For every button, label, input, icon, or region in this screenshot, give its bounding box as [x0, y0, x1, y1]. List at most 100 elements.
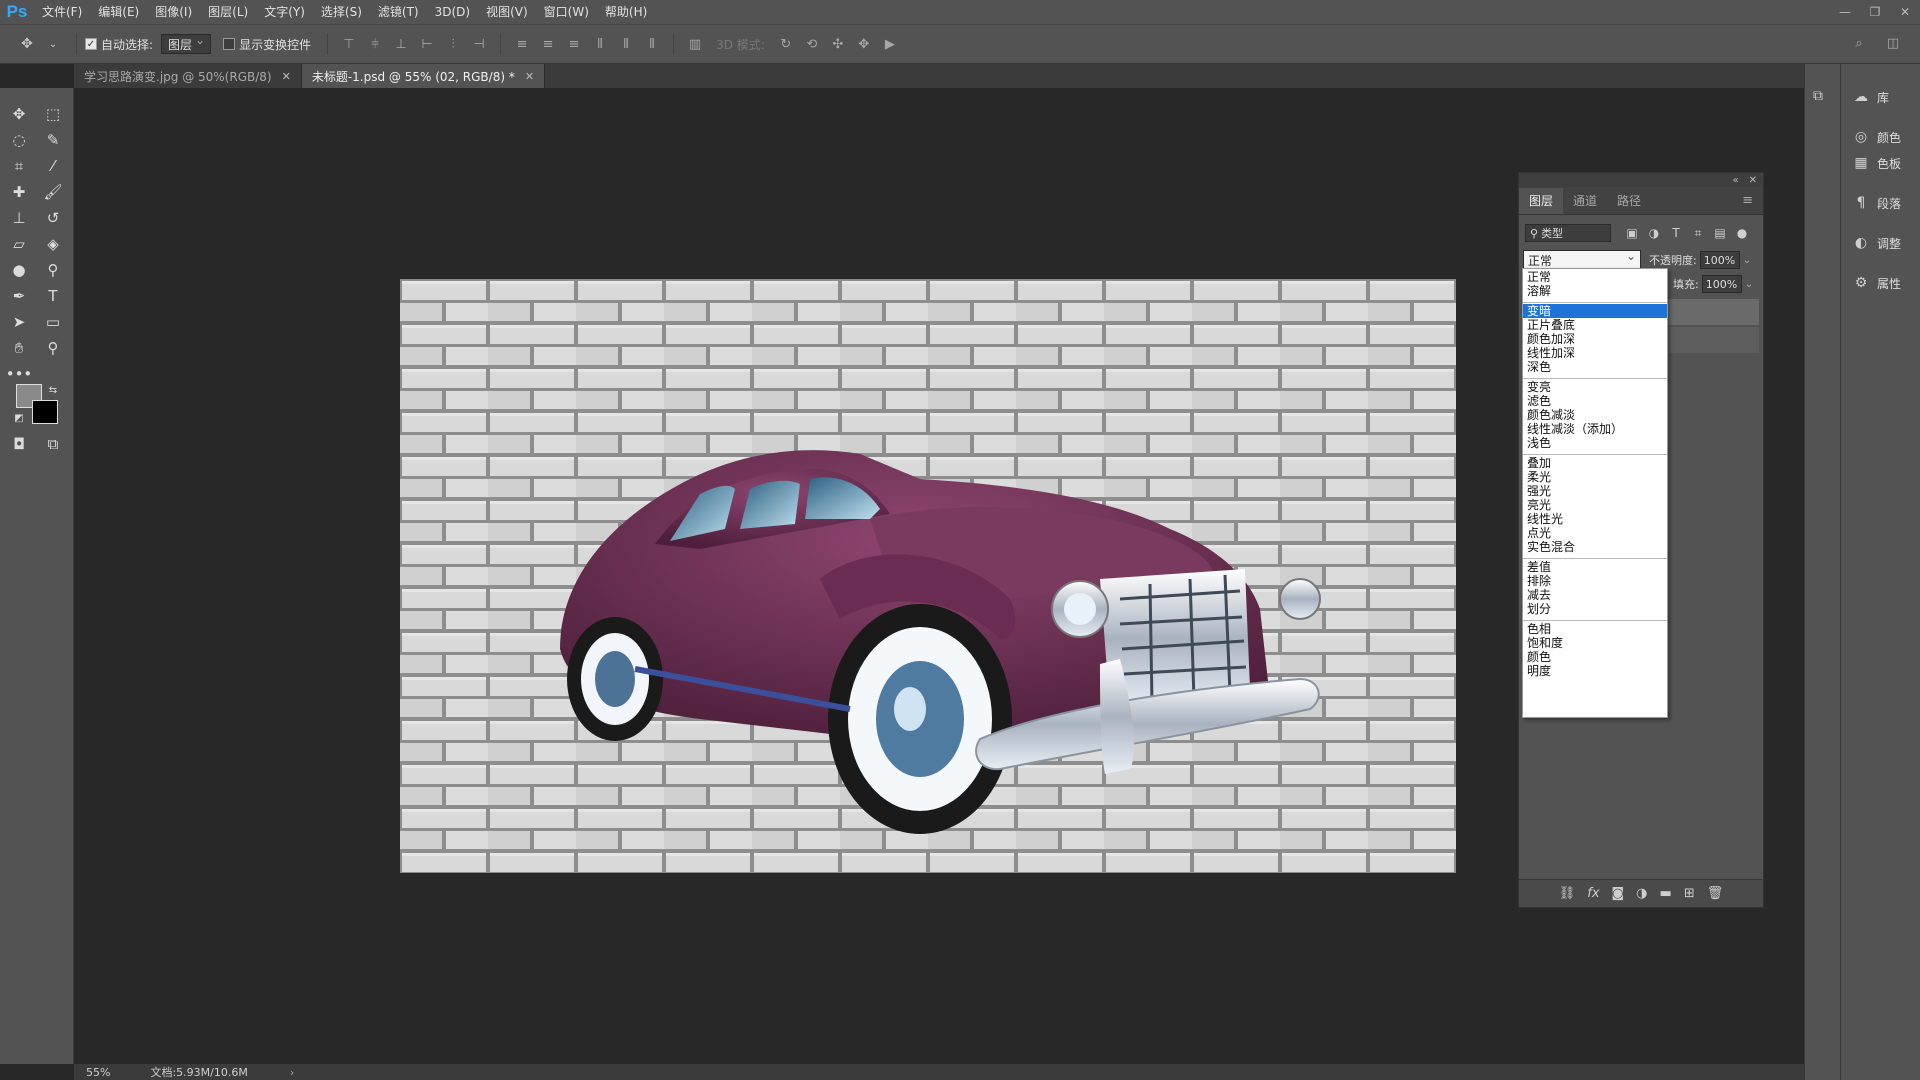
quick-select-tool-icon[interactable]: ✎: [40, 128, 66, 152]
rectangle-tool-icon[interactable]: ▭: [40, 310, 66, 334]
blend-mode-option[interactable]: 浅色: [1523, 436, 1667, 450]
lasso-tool-icon[interactable]: ◌: [6, 128, 32, 152]
default-colors-icon[interactable]: ◩: [6, 406, 32, 430]
dock-item-adjustments[interactable]: ◐ 调整: [1851, 232, 1901, 254]
history-icon[interactable]: ⧉: [1813, 88, 1823, 104]
blend-mode-option[interactable]: 柔光: [1523, 470, 1667, 484]
menu-item[interactable]: 窗口(W): [536, 0, 597, 24]
zoom-level[interactable]: 55%: [86, 1066, 110, 1079]
eyedropper-tool-icon[interactable]: ⁄: [40, 154, 66, 178]
blend-mode-option[interactable]: 颜色减淡: [1523, 408, 1667, 422]
blend-mode-option[interactable]: 饱和度: [1523, 636, 1667, 650]
pen-tool-icon[interactable]: ✒︎: [6, 284, 32, 308]
blend-mode-option[interactable]: 明度: [1523, 664, 1667, 678]
opacity-field[interactable]: 100%: [1699, 251, 1740, 269]
blend-mode-option[interactable]: 减去: [1523, 588, 1667, 602]
blend-mode-option[interactable]: 强光: [1523, 484, 1667, 498]
align-left-icon[interactable]: ⊢: [418, 34, 436, 54]
hand-tool-icon[interactable]: ✋︎: [6, 336, 32, 360]
distribute-left-icon[interactable]: ⦀: [591, 34, 609, 54]
panel-menu-icon[interactable]: ≡: [1732, 188, 1763, 214]
align-top-icon[interactable]: ⊤: [340, 34, 358, 54]
more-tools-icon[interactable]: •••: [6, 362, 33, 386]
blend-mode-option[interactable]: 滤色: [1523, 394, 1667, 408]
3d-scale-icon[interactable]: ▶: [881, 34, 899, 54]
filter-shape-icon[interactable]: ⌗: [1687, 226, 1709, 241]
dock-item-library[interactable]: ☁︎ 库: [1851, 86, 1889, 108]
blend-mode-option[interactable]: 实色混合: [1523, 540, 1667, 554]
distribute-top-icon[interactable]: ≡: [513, 34, 531, 54]
blend-mode-option[interactable]: 叠加: [1523, 456, 1667, 470]
document-canvas[interactable]: [400, 279, 1456, 873]
tab-document-1[interactable]: 学习思路演变.jpg @ 50%(RGB/8) ✕: [74, 64, 302, 88]
link-layers-icon[interactable]: ⛓︎: [1559, 886, 1576, 901]
move-tool-icon[interactable]: ✥: [16, 33, 38, 55]
new-adjustment-icon[interactable]: ◑: [1636, 886, 1647, 901]
path-select-icon[interactable]: ➤: [6, 310, 32, 334]
filter-toggle-icon[interactable]: ●: [1731, 226, 1753, 240]
tool-preset-chevron-icon[interactable]: ⌄: [42, 33, 64, 55]
distribute-vcenter-icon[interactable]: ≡: [539, 34, 557, 54]
search-icon[interactable]: ⌕: [1850, 33, 1868, 53]
filter-kind-select[interactable]: ⚲ 类型: [1525, 224, 1611, 242]
align-hcenter-icon[interactable]: ⫶: [444, 34, 462, 54]
fx-icon[interactable]: fx: [1587, 886, 1599, 901]
auto-align-icon[interactable]: ▥: [686, 34, 704, 54]
align-vcenter-icon[interactable]: ⫩: [366, 34, 384, 54]
blend-mode-option[interactable]: 变亮: [1523, 380, 1667, 394]
blend-mode-option[interactable]: 颜色: [1523, 650, 1667, 664]
blend-mode-option[interactable]: 差值: [1523, 560, 1667, 574]
blend-mode-option[interactable]: 点光: [1523, 526, 1667, 540]
paint-bucket-icon[interactable]: ◈: [40, 232, 66, 256]
close-window-button[interactable]: ✕: [1890, 0, 1920, 24]
blend-mode-option[interactable]: 颜色加深: [1523, 332, 1667, 346]
distribute-right-icon[interactable]: ⦀: [643, 34, 661, 54]
type-tool-icon[interactable]: T: [40, 284, 66, 308]
menu-item[interactable]: 图层(L): [200, 0, 256, 24]
filter-adjustment-icon[interactable]: ◑: [1643, 226, 1665, 240]
clone-stamp-icon[interactable]: ⊥: [6, 206, 32, 230]
dodge-tool-icon[interactable]: ⚲: [40, 258, 66, 282]
marquee-tool-icon[interactable]: ⬚: [40, 102, 66, 126]
3d-pan-icon[interactable]: ✣: [829, 34, 847, 54]
tab-channels[interactable]: 通道: [1563, 188, 1607, 214]
menu-item[interactable]: 视图(V): [478, 0, 536, 24]
background-color-swatch[interactable]: [32, 400, 58, 424]
blend-mode-option[interactable]: 深色: [1523, 360, 1667, 374]
minimize-button[interactable]: —: [1830, 0, 1860, 24]
eraser-tool-icon[interactable]: ▱: [6, 232, 32, 256]
filter-type-icon[interactable]: T: [1665, 226, 1687, 240]
dock-item-properties[interactable]: ⚙︎ 属性: [1851, 272, 1901, 294]
blend-mode-option[interactable]: 正常: [1523, 270, 1667, 284]
blend-mode-option[interactable]: 溶解: [1523, 284, 1667, 298]
blur-tool-icon[interactable]: ●: [6, 258, 32, 282]
distribute-hcenter-icon[interactable]: ⦀: [617, 34, 635, 54]
dock-item-color[interactable]: ◎ 颜色: [1851, 126, 1901, 148]
show-transform-checkbox[interactable]: [223, 38, 236, 50]
3d-orbit-icon[interactable]: ↻: [777, 34, 795, 54]
filter-smart-object-icon[interactable]: ▤: [1709, 226, 1731, 240]
blend-mode-dropdown[interactable]: 正常 溶解 变暗 正片叠底 颜色加深 线性加深 深色 变亮 滤色 颜色减淡 线性减淡（添加） 浅色 叠加…: [1522, 268, 1668, 718]
new-layer-icon[interactable]: ⊞: [1684, 886, 1695, 901]
tab-document-2[interactable]: 未标题-1.psd @ 55% (02, RGB/8) * ✕: [301, 64, 546, 88]
tab-layers[interactable]: 图层: [1519, 188, 1564, 214]
menu-item[interactable]: 帮助(H): [597, 0, 655, 24]
opacity-chevron-icon[interactable]: ⌄: [1743, 255, 1751, 266]
menu-item[interactable]: 选择(S): [313, 0, 370, 24]
menu-item[interactable]: 文件(F): [34, 0, 90, 24]
auto-select-checkbox[interactable]: ✓: [85, 38, 97, 50]
close-icon[interactable]: ✕: [282, 70, 291, 83]
blend-mode-option[interactable]: 变暗: [1523, 304, 1667, 318]
blend-mode-option[interactable]: 线性光: [1523, 512, 1667, 526]
blend-mode-option[interactable]: 排除: [1523, 574, 1667, 588]
blend-mode-option[interactable]: 线性加深: [1523, 346, 1667, 360]
zoom-tool-icon[interactable]: ⚲: [40, 336, 66, 360]
align-right-icon[interactable]: ⊣: [470, 34, 488, 54]
workspace-icon[interactable]: ◫: [1884, 33, 1902, 53]
menu-item[interactable]: 3D(D): [427, 0, 478, 24]
delete-layer-icon[interactable]: 🗑︎: [1707, 886, 1724, 901]
tab-paths[interactable]: 路径: [1607, 188, 1651, 214]
blend-mode-select[interactable]: 正常: [1523, 249, 1641, 270]
screen-mode-icon[interactable]: ⧉: [40, 432, 66, 456]
fill-field[interactable]: 100%: [1701, 275, 1742, 293]
